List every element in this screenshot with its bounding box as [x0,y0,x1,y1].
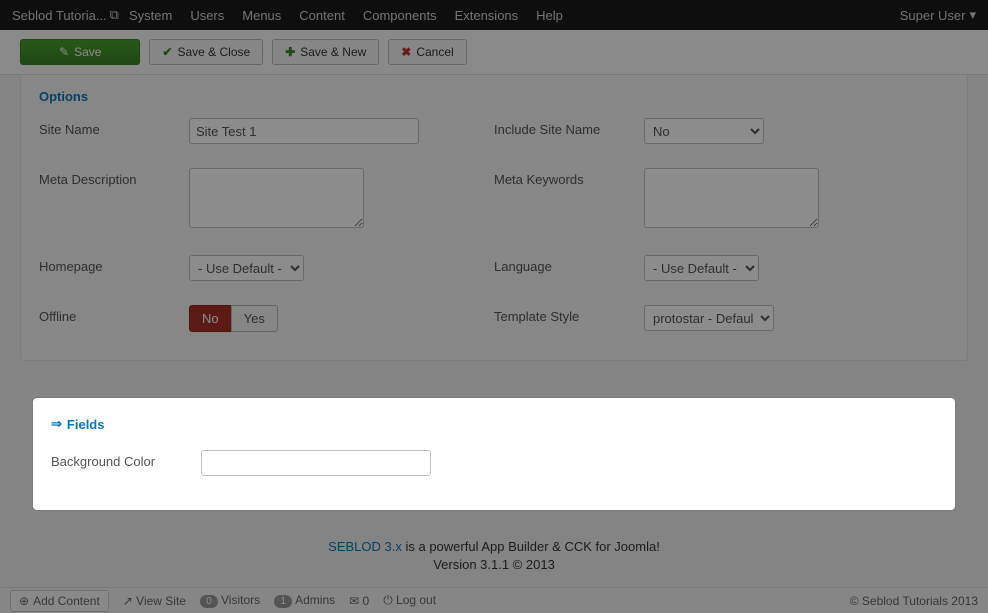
add-content-label: Add Content [33,594,100,608]
messages-count: 0 [363,594,370,608]
mail-icon: ✉ [349,594,362,608]
homepage-label: Homepage [39,255,189,274]
add-circle-icon: ⊕ [19,594,29,608]
action-toolbar: Save Save & Close Save & New Cancel [0,30,988,75]
template-style-label: Template Style [494,305,644,324]
caret-down-icon: ▾ [969,7,976,23]
save-label: Save [74,45,101,59]
save-button[interactable]: Save [20,39,140,65]
language-select[interactable]: - Use Default - [644,255,759,281]
options-heading: Options [39,89,949,104]
brand-link[interactable]: Seblod Tutoria... ⧉ [12,7,119,23]
offline-toggle[interactable]: No Yes [189,305,278,332]
save-close-label: Save & Close [177,45,250,59]
menu-menus[interactable]: Menus [242,8,281,23]
user-menu[interactable]: Super User ▾ [900,7,976,23]
fields-panel: ⇒ Fields Background Color [33,398,955,510]
cancel-icon [401,45,411,59]
main-menu: System Users Menus Content Components Ex… [129,8,563,23]
admins-label: Admins [295,593,335,607]
menu-content[interactable]: Content [299,8,345,23]
background-color-label: Background Color [51,450,201,469]
visitors-stat: 0Visitors [200,593,260,608]
copyright: © Seblod Tutorials 2013 [850,594,978,608]
menu-components[interactable]: Components [363,8,437,23]
include-site-name-label: Include Site Name [494,118,644,137]
status-bar: ⊕Add Content ↗ View Site 0Visitors 1Admi… [0,587,988,613]
visitors-badge: 0 [200,595,218,608]
meta-description-textarea[interactable] [189,168,364,228]
arrow-right-icon: ⇒ [51,416,62,432]
offline-label: Offline [39,305,189,324]
view-site-link[interactable]: ↗ View Site [123,594,186,608]
visitors-label: Visitors [221,593,260,607]
menu-extensions[interactable]: Extensions [455,8,519,23]
offline-no[interactable]: No [189,305,231,332]
user-name: Super User [900,8,966,23]
external-icon: ↗ [123,594,136,608]
add-content-button[interactable]: ⊕ Add Content [10,590,109,612]
save-close-button[interactable]: Save & Close [149,39,263,65]
brand-text: Seblod Tutoria... [12,8,107,23]
site-name-input[interactable] [189,118,419,144]
logout-link[interactable]: ⏻ Log out [383,593,436,608]
save-new-label: Save & New [300,45,366,59]
top-navbar: Seblod Tutoria... ⧉ System Users Menus C… [0,0,988,30]
seblod-link[interactable]: SEBLOD 3.x [328,539,402,554]
template-style-select[interactable]: protostar - Default [644,305,774,331]
external-link-icon: ⧉ [110,7,119,23]
menu-system[interactable]: System [129,8,172,23]
admins-stat: 1Admins [274,593,335,608]
site-name-label: Site Name [39,118,189,137]
logout-label: Log out [396,593,436,607]
check-icon [162,45,172,59]
offline-yes[interactable]: Yes [231,305,278,332]
fields-heading: ⇒ Fields [51,416,937,432]
menu-users[interactable]: Users [190,8,224,23]
language-label: Language [494,255,644,274]
messages-stat[interactable]: ✉ 0 [349,594,369,608]
save-new-button[interactable]: Save & New [272,39,379,65]
fields-heading-text: Fields [67,417,105,432]
footer-text: SEBLOD 3.x is a powerful App Builder & C… [0,538,988,574]
meta-keywords-textarea[interactable] [644,168,819,228]
meta-keywords-label: Meta Keywords [494,168,644,187]
footer-version: Version 3.1.1 © 2013 [0,556,988,574]
include-site-name-select[interactable]: No [644,118,764,144]
view-site-label: View Site [136,594,186,608]
power-icon: ⏻ [383,593,396,607]
meta-description-label: Meta Description [39,168,189,187]
cancel-label: Cancel [416,45,453,59]
menu-help[interactable]: Help [536,8,563,23]
save-icon [59,45,69,59]
cancel-button[interactable]: Cancel [388,39,466,65]
footer-tagline: is a powerful App Builder & CCK for Joom… [402,539,660,554]
options-panel: Options Site Name Include Site Name No M… [20,75,968,361]
homepage-select[interactable]: - Use Default - [189,255,304,281]
admins-badge: 1 [274,595,292,608]
plus-icon [285,45,295,59]
background-color-input[interactable] [201,450,431,476]
